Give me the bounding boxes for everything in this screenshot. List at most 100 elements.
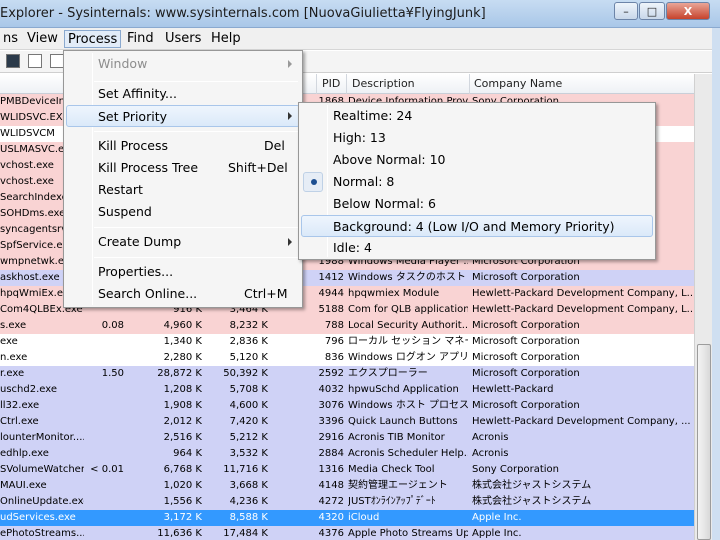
cell-ws: 5,120 K [229, 352, 268, 363]
menu-process[interactable]: Process [64, 30, 122, 48]
menu-users[interactable]: Users [162, 30, 204, 48]
table-row[interactable]: SVolumeWatcher.... < 0.01 6,768 K 11,716 K 1… [0, 462, 694, 478]
close-button[interactable]: X [666, 2, 710, 20]
priority-background[interactable]: Background: 4 (Low I/O and Memory Priori… [301, 215, 653, 237]
properties-icon[interactable] [28, 54, 42, 68]
cell-ws: 17,484 K [223, 528, 268, 539]
maximize-button[interactable]: □ [639, 2, 665, 20]
cell-comp: Microsoft Corporation [472, 352, 580, 363]
cell-pid: 2916 [318, 432, 344, 443]
cell-pb: 2,280 K [163, 352, 202, 363]
cell-comp: Hewlett-Packard Development Company, ... [472, 416, 691, 427]
table-row[interactable]: r.exe 1.50 28,872 K 50,392 K 2592 エクスプローラー Mic… [0, 366, 694, 382]
table-row[interactable]: uschd2.exe 1,208 K 5,708 K 4032 hpwuSchd App… [0, 382, 694, 398]
menu-item-label: Suspend [98, 204, 152, 219]
priority-below-normal[interactable]: Below Normal: 6 [301, 193, 653, 215]
cell-comp: Hewlett-Packard Development Company, L..… [472, 288, 694, 299]
header-company[interactable]: Company Name [474, 77, 562, 90]
menu-options[interactable]: ns [0, 30, 21, 48]
cell-pid: 1412 [318, 272, 344, 283]
menu-item-label: High: 13 [333, 130, 386, 145]
priority-normal[interactable]: Normal: 8 [301, 171, 653, 193]
menu-item-search-online[interactable]: Search Online... Ctrl+M [66, 283, 300, 305]
table-row[interactable]: ll32.exe 1,908 K 4,600 K 3076 Windows ホスト プロ… [0, 398, 694, 414]
cell-name: r.exe [0, 368, 25, 379]
menu-item-label: Create Dump [98, 234, 182, 249]
priority-realtime[interactable]: Realtime: 24 [301, 105, 653, 127]
table-row[interactable]: OnlineUpdate.exe 1,556 K 4,236 K 4272 JUSTｵﾝ… [0, 494, 694, 510]
cell-pb: 2,516 K [163, 432, 202, 443]
menu-view[interactable]: View [24, 30, 61, 48]
header-description[interactable]: Description [352, 77, 415, 90]
menu-item-label: Normal: 8 [333, 174, 395, 189]
priority-idle[interactable]: Idle: 4 [301, 237, 653, 259]
cell-desc: hpwuSchd Application [348, 384, 459, 395]
window-icon[interactable] [50, 54, 64, 68]
menu-item-create-dump[interactable]: Create Dump [66, 231, 300, 253]
cell-comp: Acronis [472, 432, 509, 443]
menu-shortcut: Del [264, 138, 285, 153]
priority-above-normal[interactable]: Above Normal: 10 [301, 149, 653, 171]
cell-pid: 788 [324, 320, 344, 331]
menu-help[interactable]: Help [208, 30, 244, 48]
cell-desc: エクスプローラー [348, 368, 428, 379]
table-row[interactable]: exe 1,340 K 2,836 K 796 ローカル セッション マネージ... Mi… [0, 334, 694, 350]
cell-desc: iCloud [348, 512, 380, 523]
cell-cpu: < 0.01 [90, 464, 124, 475]
cell-comp: Apple Inc. [472, 528, 522, 539]
cell-pid: 4272 [318, 496, 344, 507]
title-bar: Explorer - Sysinternals: www.sysinternal… [0, 0, 720, 28]
cell-name: ll32.exe [0, 400, 40, 411]
menu-item-set-affinity[interactable]: Set Affinity... [66, 83, 300, 105]
menu-item-kill-process[interactable]: Kill Process Del [66, 135, 300, 157]
cell-pb: 28,872 K [157, 368, 202, 379]
table-row[interactable]: Ctrl.exe 2,012 K 7,420 K 3396 Quick Launch B… [0, 414, 694, 430]
cell-ws: 8,232 K [229, 320, 268, 331]
cell-name: SVolumeWatcher.... [0, 464, 84, 475]
header-pid[interactable]: PID [322, 77, 340, 90]
cell-pid: 3396 [318, 416, 344, 427]
menu-item-label: Realtime: 24 [333, 108, 413, 123]
cell-pb: 1,556 K [163, 496, 202, 507]
priority-high[interactable]: High: 13 [301, 127, 653, 149]
menu-item-label: Below Normal: 6 [333, 196, 436, 211]
cell-ws: 4,236 K [229, 496, 268, 507]
cell-desc: Com for QLB application [348, 304, 468, 315]
menu-separator [94, 81, 298, 82]
column-separator [346, 74, 347, 94]
table-row[interactable]: ePhotoStreams.... 11,636 K 17,484 K 4376 App… [0, 526, 694, 540]
menu-shortcut: Ctrl+M [244, 286, 288, 301]
cell-pid: 796 [324, 336, 344, 347]
menu-item-suspend[interactable]: Suspend [66, 201, 300, 223]
menu-item-label: Window [98, 56, 148, 71]
table-row[interactable]: lounterMonitor.... 2,516 K 5,212 K 2916 Acro… [0, 430, 694, 446]
cell-pb: 1,340 K [163, 336, 202, 347]
cell-comp: Hewlett-Packard [472, 384, 554, 395]
cell-desc: Windows ホスト プロセス (... [348, 400, 468, 411]
menu-item-set-priority[interactable]: Set Priority [66, 105, 300, 127]
table-row[interactable]: s.exe 0.08 4,960 K 8,232 K 788 Local Security… [0, 318, 694, 334]
minimize-button[interactable]: – [614, 2, 638, 20]
table-row[interactable]: MAUI.exe 1,020 K 3,668 K 4148 契約管理エージェント 株式会社… [0, 478, 694, 494]
submenu-arrow-icon [288, 112, 292, 120]
vertical-scrollbar[interactable] [694, 74, 712, 540]
menu-find[interactable]: Find [124, 30, 157, 48]
table-row[interactable]: udServices.exe 3,172 K 8,588 K 4320 iCloud Ap… [0, 510, 694, 526]
cell-comp: Microsoft Corporation [472, 336, 580, 347]
menu-item-properties[interactable]: Properties... [66, 261, 300, 283]
cell-pid: 1316 [318, 464, 344, 475]
cell-desc: JUSTｵﾝﾗｲﾝｱｯﾌﾟﾃﾞｰﾄ [348, 496, 436, 507]
table-row[interactable]: n.exe 2,280 K 5,120 K 836 Windows ログオン アプリケ.… [0, 350, 694, 366]
cell-name: Ctrl.exe [0, 416, 39, 427]
cell-comp: Sony Corporation [472, 464, 559, 475]
menu-item-label: Kill Process [98, 138, 169, 153]
cell-pb: 6,768 K [163, 464, 202, 475]
menu-item-kill-process-tree[interactable]: Kill Process Tree Shift+Del [66, 157, 300, 179]
cell-desc: hpqwmiex Module [348, 288, 440, 299]
cell-desc: Acronis TIB Monitor [348, 432, 445, 443]
table-row[interactable]: edhlp.exe 964 K 3,532 K 2884 Acronis Schedul… [0, 446, 694, 462]
system-info-icon[interactable] [6, 54, 20, 68]
cell-pid: 4320 [318, 512, 344, 523]
menu-item-restart[interactable]: Restart [66, 179, 300, 201]
scrollbar-thumb[interactable] [697, 344, 711, 540]
